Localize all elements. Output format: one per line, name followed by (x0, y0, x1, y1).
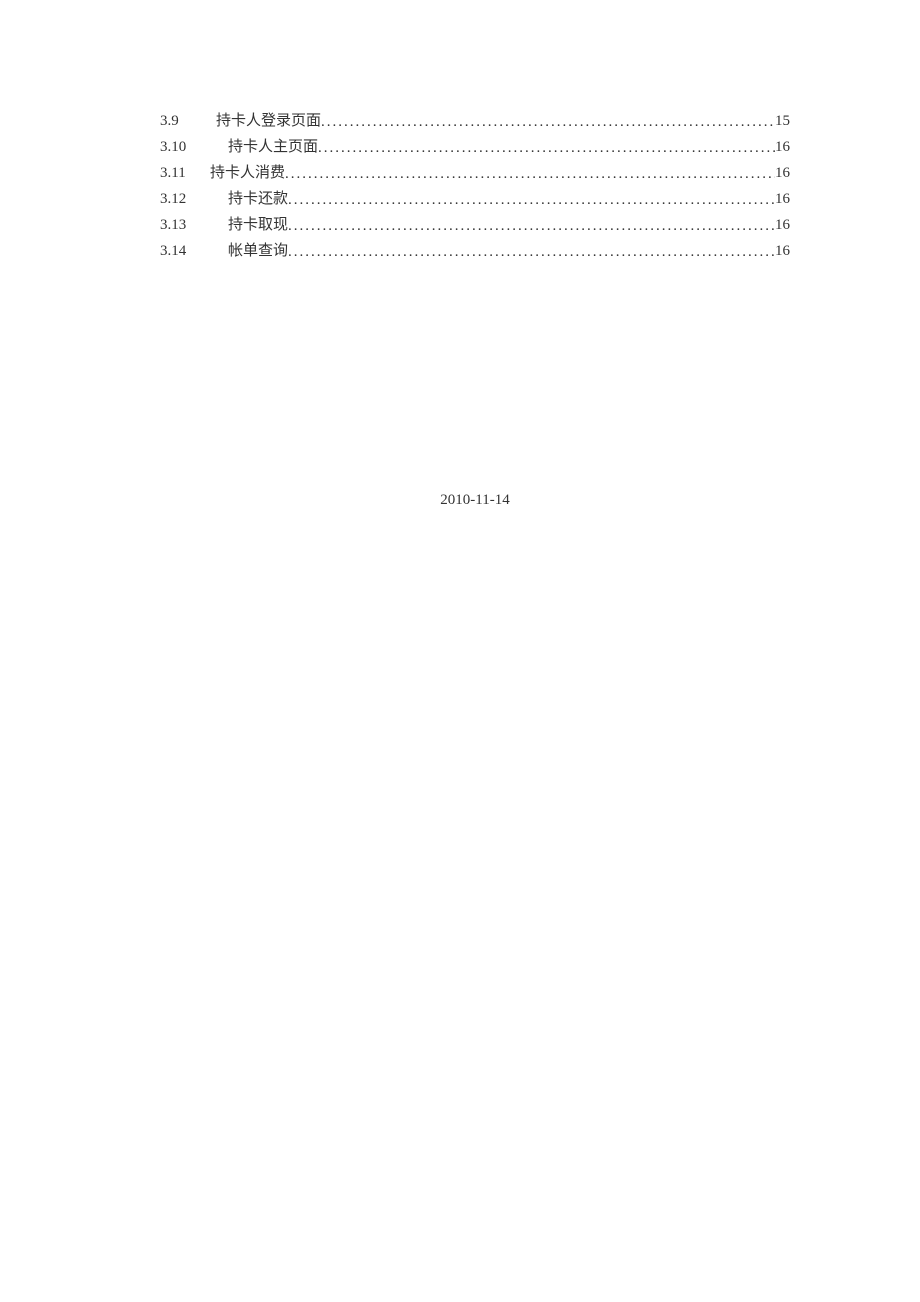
toc-title: 持卡人主页面 (228, 134, 318, 160)
toc-entry: 3.9 持卡人登录页面 15 (160, 108, 790, 134)
toc-dots (288, 187, 775, 213)
toc-page: 16 (775, 134, 790, 160)
toc-dots (318, 135, 775, 161)
toc-page: 16 (775, 212, 790, 238)
toc-number: 3.13 (160, 212, 198, 238)
toc-dots (285, 161, 775, 187)
toc-page: 16 (775, 186, 790, 212)
page-content: 3.9 持卡人登录页面 15 3.10 持卡人主页面 16 3.11 持卡人消费… (0, 0, 920, 509)
toc-title: 持卡人消费 (210, 160, 285, 186)
toc-dots (288, 213, 775, 239)
toc-entry: 3.10 持卡人主页面 16 (160, 134, 790, 160)
toc-entry: 3.11 持卡人消费 16 (160, 160, 790, 186)
toc-page: 16 (775, 160, 790, 186)
toc-title: 持卡取现 (228, 212, 288, 238)
toc-entry: 3.13 持卡取现 16 (160, 212, 790, 238)
toc-title: 持卡还款 (228, 186, 288, 212)
toc-number: 3.14 (160, 238, 198, 264)
toc-title: 持卡人登录页面 (216, 108, 321, 134)
toc-entry: 3.14 帐单查询 16 (160, 238, 790, 264)
toc-entry: 3.12 持卡还款 16 (160, 186, 790, 212)
toc-page: 16 (775, 238, 790, 264)
toc-dots (321, 109, 775, 135)
toc-number: 3.12 (160, 186, 198, 212)
toc-number: 3.9 (160, 108, 198, 134)
toc-number: 3.11 (160, 160, 198, 186)
toc-dots (288, 239, 775, 265)
document-date: 2010-11-14 (160, 492, 790, 509)
toc-title: 帐单查询 (228, 238, 288, 264)
toc-page: 15 (775, 108, 790, 134)
toc-number: 3.10 (160, 134, 198, 160)
